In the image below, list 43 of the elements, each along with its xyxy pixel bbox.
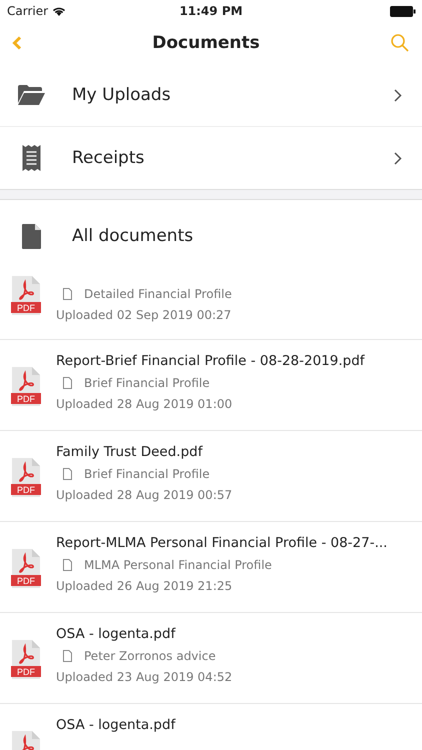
document-title: OSA - logenta.pdf <box>56 717 176 733</box>
document-category: Detailed Financial Profile <box>84 287 232 301</box>
back-icon <box>12 36 22 50</box>
document-category: Brief Financial Profile <box>84 376 210 390</box>
document-row[interactable]: PDF Family Trust Deed.pdf Brief Financial Profile Uploaded 28 Aug 2019 00:57 <box>0 431 422 522</box>
upload-date: Uploaded 28 Aug 2019 01:00 <box>56 397 234 411</box>
folder-icon <box>18 85 45 105</box>
wifi-icon <box>52 6 66 16</box>
folder-row[interactable]: My Uploads <box>0 64 422 126</box>
search-icon <box>390 33 410 53</box>
page-icon <box>63 377 72 389</box>
carrier-name: Carrier <box>7 4 48 18</box>
page-icon <box>63 650 72 662</box>
pdf-file-icon: PDF <box>11 640 41 679</box>
page-icon <box>63 288 72 300</box>
document-category: MLMA Personal Financial Profile <box>84 558 272 572</box>
document-title: OSA - logenta.pdf <box>56 626 177 642</box>
chevron-icon <box>394 152 402 164</box>
upload-date: Uploaded 23 Aug 2019 04:52 <box>56 670 232 684</box>
upload-date: Uploaded 26 Aug 2019 21:25 <box>56 579 234 593</box>
screen-title: Documents <box>152 33 260 53</box>
document-category: Brief Financial Profile <box>84 467 210 481</box>
pdf-file-icon: PDF <box>11 458 41 497</box>
document-row[interactable]: PDF Report-MLMA Personal Financial Profile - 08-27-... MLMA Personal Financial Profile Uploaded 26 Aug 2019 21:25 <box>0 522 422 613</box>
document-title: Report-Brief Financial Profile - 08-28-2019.pdf <box>56 353 365 369</box>
upload-date: Uploaded 28 Aug 2019 00:57 <box>56 488 232 502</box>
battery-icon <box>390 6 416 16</box>
page-icon <box>63 468 72 480</box>
chevron-icon <box>394 88 402 102</box>
pdf-file-icon: PDF <box>11 276 41 315</box>
section-title: All documents <box>72 226 194 246</box>
upload-date: Uploaded 02 Sep 2019 00:27 <box>56 308 232 322</box>
document-row[interactable]: OSA - logenta.pdf <box>0 704 422 750</box>
pdf-file-icon: PDF <box>11 549 41 588</box>
document-row[interactable]: PDF OSA - logenta.pdf Peter Zorronos advice Uploaded 23 Aug 2019 04:52 <box>0 613 422 704</box>
document-title: Report-MLMA Personal Financial Profile - 08-27-... <box>56 535 388 551</box>
document-row[interactable]: PDF Report-Brief Financial Profile - 08-28-2019.pdf Brief Financial Profile Uploaded 28 Aug 2019 01:00 <box>0 340 422 431</box>
document-row[interactable]: PDF Detailed Financial Profile Uploaded 02 Sep 2019 00:27 <box>0 272 422 340</box>
pdf-file-icon: PDF <box>11 367 41 406</box>
status-time: 11:49 PM <box>179 4 243 18</box>
page-icon <box>63 559 72 571</box>
document-title: Family Trust Deed.pdf <box>56 444 204 460</box>
document-category: Peter Zorronos advice <box>84 649 216 663</box>
